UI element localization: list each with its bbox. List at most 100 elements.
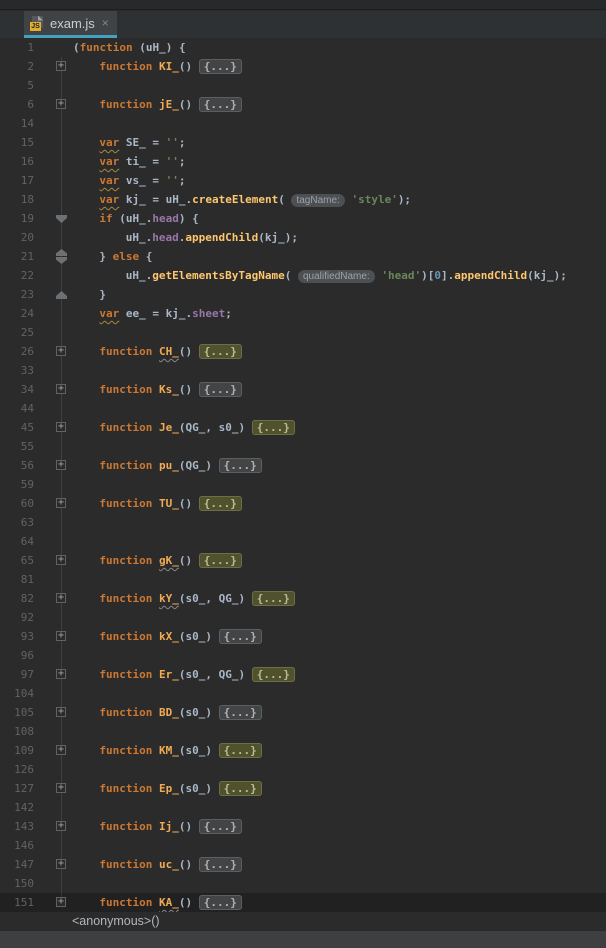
folded-region[interactable]: {...}	[218, 743, 262, 758]
fold-expand-icon[interactable]: +	[56, 380, 68, 399]
code-line-143[interactable]: 143 + function Ij_() {...}	[0, 817, 606, 836]
code-text[interactable]: (function (uH_) {	[73, 38, 186, 57]
code-text[interactable]: function KI_() {...}	[99, 57, 242, 76]
fold-expand-icon[interactable]: +	[56, 342, 68, 361]
code-line-24[interactable]: 24 var ee_ = kj_.sheet;	[0, 304, 606, 323]
code-line-56[interactable]: 56 + function pu_(QG_) {...}	[0, 456, 606, 475]
breadcrumb-anonymous[interactable]: <anonymous>()	[72, 914, 160, 928]
code-line-14[interactable]: 14	[0, 114, 606, 133]
fold-expand-icon[interactable]: +	[56, 589, 68, 608]
code-line-109[interactable]: 109 + function KM_(s0_) {...}	[0, 741, 606, 760]
code-line-15[interactable]: 15 var SE_ = '';	[0, 133, 606, 152]
code-text[interactable]: function pu_(QG_) {...}	[99, 456, 262, 475]
code-line-23[interactable]: 23}	[0, 285, 606, 304]
fold-expand-icon[interactable]: +	[56, 741, 68, 760]
folded-region[interactable]: {...}	[198, 344, 242, 359]
fold-expand-icon[interactable]: +	[56, 665, 68, 684]
folded-region[interactable]: {...}	[198, 97, 242, 112]
code-line-81[interactable]: 81	[0, 570, 606, 589]
code-text[interactable]: } else {	[99, 247, 152, 266]
code-text[interactable]: uH_.head.appendChild(kj_);	[126, 228, 298, 247]
code-line-21[interactable]: 21} else {	[0, 247, 606, 266]
code-line-142[interactable]: 142	[0, 798, 606, 817]
folded-region[interactable]: {...}	[251, 420, 295, 435]
code-line-104[interactable]: 104	[0, 684, 606, 703]
fold-expand-icon[interactable]: +	[56, 95, 68, 114]
fold-expand-icon[interactable]: +	[56, 456, 68, 475]
code-text[interactable]: uH_.getElementsByTagName( qualifiedName:…	[126, 266, 567, 285]
code-text[interactable]: }	[99, 285, 106, 304]
code-line-1[interactable]: 1 (function (uH_) {	[0, 38, 606, 57]
code-text[interactable]: function CH_() {...}	[99, 342, 242, 361]
code-text[interactable]: var ti_ = '';	[99, 152, 185, 171]
code-text[interactable]: function Ij_() {...}	[99, 817, 242, 836]
code-line-33[interactable]: 33	[0, 361, 606, 380]
code-text[interactable]: var vs_ = '';	[99, 171, 185, 190]
code-line-126[interactable]: 126	[0, 760, 606, 779]
code-line-147[interactable]: 147 + function uc_() {...}	[0, 855, 606, 874]
folded-region[interactable]: {...}	[198, 382, 242, 397]
code-line-105[interactable]: 105 + function BD_(s0_) {...}	[0, 703, 606, 722]
code-line-22[interactable]: 22 uH_.getElementsByTagName( qualifiedNam…	[0, 266, 606, 285]
folded-region[interactable]: {...}	[198, 857, 242, 872]
code-text[interactable]: function BD_(s0_) {...}	[99, 703, 262, 722]
code-line-18[interactable]: 18 var kj_ = uH_.createElement( tagName: …	[0, 190, 606, 209]
folded-region[interactable]: {...}	[198, 496, 242, 511]
code-line-60[interactable]: 60 + function TU_() {...}	[0, 494, 606, 513]
fold-expand-icon[interactable]: +	[56, 494, 68, 513]
fold-expand-icon[interactable]: +	[56, 627, 68, 646]
code-line-16[interactable]: 16 var ti_ = '';	[0, 152, 606, 171]
code-text[interactable]: function uc_() {...}	[99, 855, 242, 874]
tab-exam-js[interactable]: JS exam.js ×	[24, 11, 117, 38]
code-text[interactable]: var kj_ = uH_.createElement( tagName: 's…	[99, 190, 411, 209]
folded-region[interactable]: {...}	[218, 781, 262, 796]
code-line-59[interactable]: 59	[0, 475, 606, 494]
fold-arrow-icon[interactable]	[56, 247, 68, 266]
folded-region[interactable]: {...}	[251, 591, 295, 606]
folded-region[interactable]: {...}	[198, 59, 242, 74]
folded-region[interactable]: {...}	[218, 458, 262, 473]
code-line-25[interactable]: 25	[0, 323, 606, 342]
code-line-44[interactable]: 44	[0, 399, 606, 418]
code-line-45[interactable]: 45 + function Je_(QG_, s0_) {...}	[0, 418, 606, 437]
code-text[interactable]: function Ep_(s0_) {...}	[99, 779, 262, 798]
code-line-108[interactable]: 108	[0, 722, 606, 741]
code-line-127[interactable]: 127 + function Ep_(s0_) {...}	[0, 779, 606, 798]
code-line-96[interactable]: 96	[0, 646, 606, 665]
code-text[interactable]: function kX_(s0_) {...}	[99, 627, 262, 646]
fold-expand-icon[interactable]: +	[56, 57, 68, 76]
folded-region[interactable]: {...}	[198, 895, 242, 910]
code-line-5[interactable]: 5	[0, 76, 606, 95]
code-text[interactable]: function KM_(s0_) {...}	[99, 741, 262, 760]
code-line-150[interactable]: 150	[0, 874, 606, 893]
folded-region[interactable]: {...}	[218, 629, 262, 644]
code-line-65[interactable]: 65 + function gK_() {...}	[0, 551, 606, 570]
code-text[interactable]: function kY_(s0_, QG_) {...}	[99, 589, 295, 608]
code-line-64[interactable]: 64	[0, 532, 606, 551]
code-line-6[interactable]: 6 + function jE_() {...}	[0, 95, 606, 114]
code-text[interactable]: var SE_ = '';	[99, 133, 185, 152]
code-text[interactable]: function Er_(s0_, QG_) {...}	[99, 665, 295, 684]
folded-region[interactable]: {...}	[198, 819, 242, 834]
folded-region[interactable]: {...}	[198, 553, 242, 568]
fold-expand-icon[interactable]: +	[56, 703, 68, 722]
code-line-34[interactable]: 34 + function Ks_() {...}	[0, 380, 606, 399]
fold-expand-icon[interactable]: +	[56, 418, 68, 437]
fold-expand-icon[interactable]: +	[56, 551, 68, 570]
code-text[interactable]: function Ks_() {...}	[99, 380, 242, 399]
code-text[interactable]: function Je_(QG_, s0_) {...}	[99, 418, 295, 437]
code-line-19[interactable]: 19 if (uH_.head) {	[0, 209, 606, 228]
fold-expand-icon[interactable]: +	[56, 893, 68, 912]
code-line-97[interactable]: 97 + function Er_(s0_, QG_) {...}	[0, 665, 606, 684]
code-line-26[interactable]: 26 + function CH_() {...}	[0, 342, 606, 361]
code-line-63[interactable]: 63	[0, 513, 606, 532]
code-line-2[interactable]: 2 + function KI_() {...}	[0, 57, 606, 76]
tab-close-icon[interactable]: ×	[102, 17, 109, 29]
code-line-151[interactable]: 151 + function KA_() {...}	[0, 893, 606, 912]
code-line-17[interactable]: 17 var vs_ = '';	[0, 171, 606, 190]
code-line-20[interactable]: 20 uH_.head.appendChild(kj_);	[0, 228, 606, 247]
code-text[interactable]: if (uH_.head) {	[99, 209, 198, 228]
code-line-146[interactable]: 146	[0, 836, 606, 855]
fold-arrow-icon[interactable]	[56, 285, 68, 304]
code-text[interactable]: function TU_() {...}	[99, 494, 242, 513]
